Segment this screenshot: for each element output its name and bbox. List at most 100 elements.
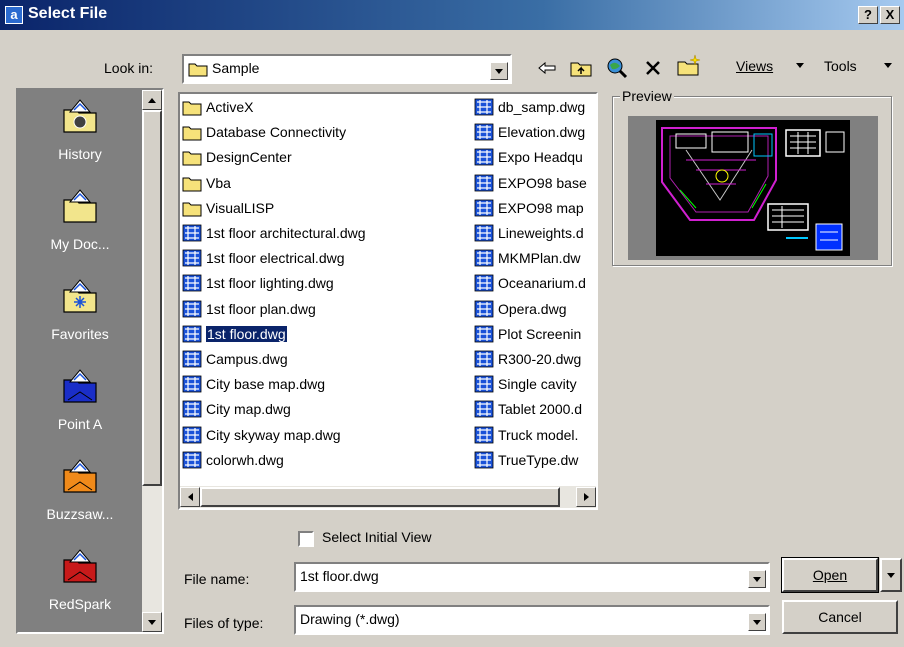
views-dropdown-arrow-icon[interactable] [796, 63, 804, 68]
file-item[interactable]: Elevation.dwg [474, 121, 594, 143]
file-item-name: VisualLISP [206, 199, 275, 216]
places-scroll-thumb[interactable] [142, 110, 162, 486]
open-button[interactable]: Open [781, 557, 879, 593]
folder-icon [182, 151, 202, 166]
select-initial-view-label[interactable]: Select Initial View [322, 529, 431, 545]
file-item[interactable]: City map.dwg [182, 398, 472, 420]
dwg-file-icon [474, 249, 494, 267]
file-item-name: City skyway map.dwg [206, 426, 341, 443]
file-item[interactable]: Oceanarium.d [474, 272, 594, 294]
places-item-point-a[interactable]: Point A [18, 362, 142, 456]
tools-menu[interactable]: Tools [824, 58, 857, 74]
file-item[interactable]: Plot Screenin [474, 323, 594, 345]
help-button[interactable]: ? [858, 6, 878, 24]
file-list[interactable]: ActiveX Database Connectivity DesignCenter… [178, 92, 598, 510]
buzzsaw-folder-icon [63, 459, 97, 493]
file-item-name: R300-20.dwg [498, 351, 582, 367]
folder-item[interactable]: VisualLISP [182, 197, 472, 219]
hscroll-thumb[interactable] [200, 487, 560, 507]
dwg-file-icon [474, 174, 494, 191]
file-item[interactable]: TrueType.dw [474, 449, 594, 471]
back-arrow-icon [538, 61, 556, 75]
file-item-name: Lineweights.d [498, 225, 584, 241]
title-bar[interactable]: a Select File ? X [0, 0, 904, 30]
folder-item[interactable]: Database Connectivity [182, 121, 472, 143]
folder-item[interactable]: ActiveX [182, 96, 472, 118]
open-button-label: Open [812, 567, 848, 583]
dwg-file-icon [182, 400, 202, 418]
open-options-dropdown-button[interactable] [880, 558, 902, 592]
folder-icon [182, 126, 202, 141]
places-scrollbar[interactable] [142, 90, 162, 632]
file-item[interactable]: EXPO98 map [474, 197, 594, 219]
file-list-hscrollbar[interactable] [180, 486, 596, 508]
file-item[interactable]: Campus.dwg [182, 348, 472, 370]
file-item[interactable]: Opera.dwg [474, 298, 594, 320]
dwg-file-icon [474, 148, 494, 166]
history-folder-icon [63, 99, 97, 133]
delete-button[interactable] [640, 55, 666, 81]
up-one-level-button[interactable] [568, 55, 594, 81]
file-item[interactable]: R300-20.dwg [474, 348, 594, 370]
file-item[interactable]: db_samp.dwg [474, 96, 594, 118]
file-item-name: Campus.dwg [206, 351, 288, 367]
my-documents-folder-icon [63, 189, 97, 223]
places-item-history[interactable]: History [18, 92, 142, 186]
places-scroll-up-button[interactable] [142, 90, 162, 110]
files-of-type-dropdown-button[interactable] [748, 613, 766, 631]
files-of-type-combo[interactable]: Drawing (*.dwg) [294, 605, 770, 635]
file-item[interactable]: EXPO98 base [474, 172, 594, 194]
dwg-file-icon [474, 123, 494, 141]
file-item-name: City map.dwg [206, 401, 291, 418]
select-initial-view-checkbox[interactable] [298, 531, 314, 547]
file-item[interactable]: Single cavity [474, 373, 594, 395]
file-item[interactable]: 1st floor architectural.dwg [182, 222, 472, 244]
file-item[interactable]: Truck model. [474, 424, 594, 446]
search-web-icon [607, 58, 628, 79]
places-scroll-down-button[interactable] [142, 612, 162, 632]
create-folder-button[interactable] [676, 53, 702, 79]
tools-dropdown-arrow-icon[interactable] [884, 63, 892, 68]
look-in-label: Look in: [104, 60, 154, 76]
file-item[interactable]: 1st floor.dwg [182, 323, 472, 345]
file-name-dropdown-button[interactable] [748, 570, 766, 588]
file-item[interactable]: Lineweights.d [474, 222, 594, 244]
places-item-favorites[interactable]: Favorites [18, 272, 142, 366]
close-button[interactable]: X [880, 6, 900, 24]
drawing-preview-image [656, 120, 850, 256]
scroll-left-button[interactable] [180, 487, 200, 507]
file-item[interactable]: 1st floor plan.dwg [182, 298, 472, 320]
file-item-name: 1st floor architectural.dwg [206, 225, 366, 241]
look-in-dropdown-button[interactable] [490, 62, 508, 80]
file-item[interactable]: Expo Headqu [474, 146, 594, 168]
dwg-file-icon [182, 375, 202, 393]
scroll-right-button[interactable] [576, 487, 596, 507]
cancel-button-label: Cancel [818, 609, 862, 625]
back-button[interactable] [534, 55, 560, 81]
folder-item[interactable]: Vba [182, 172, 472, 194]
preview-label: Preview [620, 88, 674, 104]
file-item-name: EXPO98 base [498, 174, 587, 191]
file-item[interactable]: 1st floor lighting.dwg [182, 272, 472, 294]
file-item[interactable]: City base map.dwg [182, 373, 472, 395]
file-item[interactable]: Tablet 2000.d [474, 398, 594, 420]
places-item-buzzsaw[interactable]: Buzzsaw... [18, 452, 142, 546]
cancel-button[interactable]: Cancel [782, 600, 898, 634]
file-item[interactable]: MKMPlan.dw [474, 247, 594, 269]
folder-item[interactable]: DesignCenter [182, 146, 472, 168]
file-item[interactable]: 1st floor electrical.dwg [182, 247, 472, 269]
file-item[interactable]: colorwh.dwg [182, 449, 472, 471]
views-menu[interactable]: Views [736, 58, 773, 74]
file-item-name: City base map.dwg [206, 376, 326, 393]
places-item-redspark[interactable]: RedSpark [18, 542, 142, 636]
places-item-my-doc[interactable]: My Doc... [18, 182, 142, 276]
look-in-combo[interactable]: Sample [182, 54, 512, 84]
file-name-input[interactable]: 1st floor.dwg [300, 568, 379, 584]
file-item[interactable]: City skyway map.dwg [182, 424, 472, 446]
dwg-file-icon [474, 224, 494, 242]
file-name-combo[interactable]: 1st floor.dwg [294, 562, 770, 592]
dwg-file-icon [182, 350, 202, 368]
redspark-folder-icon [63, 549, 97, 583]
dwg-file-icon [474, 98, 494, 116]
search-web-button[interactable] [604, 55, 630, 81]
